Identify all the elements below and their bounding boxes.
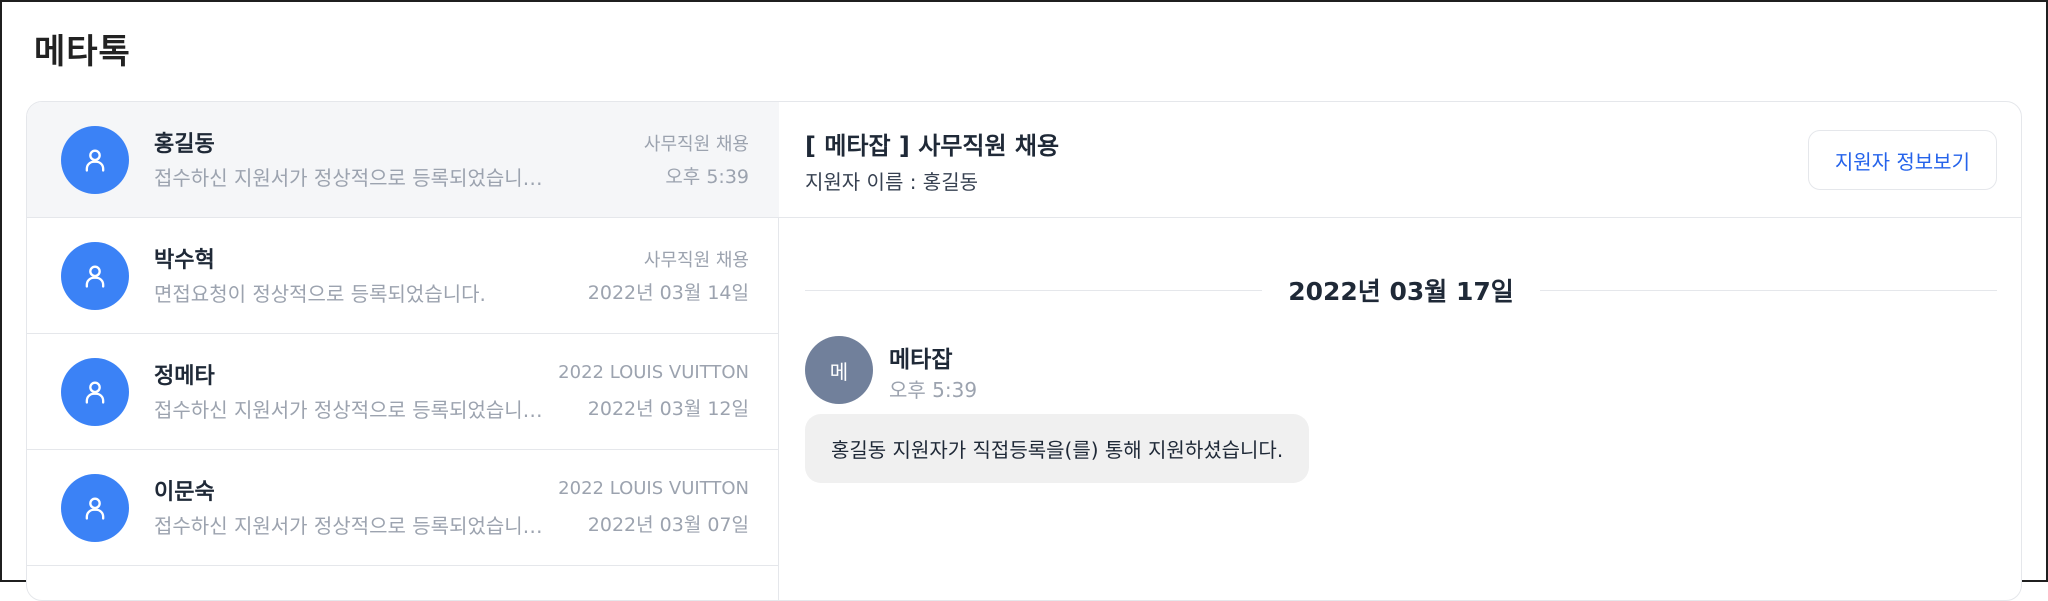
divider-line <box>1539 289 1998 291</box>
message-time: 오후 5:39 <box>889 378 978 402</box>
messenger-panel: 홍길동 접수하신 지원서가 정상적으로 등록되었습니다. 사무직원 채용 오후 … <box>26 101 2022 601</box>
conversation-time: 2022년 03월 14일 <box>587 282 749 304</box>
applicant-name: 지원자 이름 : 홍길동 <box>805 170 979 194</box>
date-label: 2022년 03월 17일 <box>1288 277 1514 306</box>
user-icon <box>85 265 105 288</box>
conversation-time: 오후 5:39 <box>665 166 749 188</box>
conversation-preview: 접수하신 지원서가 정상적으로 등록되었습니다. <box>154 166 544 190</box>
sender-avatar: 메 <box>805 336 873 404</box>
sender-name: 메타잡 <box>889 347 953 373</box>
conversation-name: 홍길동 <box>154 132 215 157</box>
conversation-job-title: 2022 LOUIS VUITTON <box>558 478 749 499</box>
message-bubble: 홍길동 지원자가 직접등록을(를) 통해 지원하셨습니다. <box>805 414 1310 483</box>
conversation-name: 박수혁 <box>154 248 215 273</box>
user-avatar <box>61 358 129 426</box>
user-avatar <box>61 126 129 194</box>
chat-area: [ 메타잡 ] 사무직원 채용 지원자 이름 : 홍길동 지원자 정보보기 20… <box>779 102 2021 600</box>
conversation-item[interactable]: 이문숙 접수하신 지원서가 정상적으로 등록되었습니다. 2022 LOUIS … <box>27 450 779 566</box>
chat-header: [ 메타잡 ] 사무직원 채용 지원자 이름 : 홍길동 지원자 정보보기 <box>779 102 2021 218</box>
user-icon <box>85 149 105 172</box>
conversation-item[interactable]: 정메타 접수하신 지원서가 정상적으로 등록되었습니다. 2022 LOUIS … <box>27 334 779 450</box>
user-icon <box>85 497 105 520</box>
app-window: 메타톡 홍길동 접수하신 지원서가 정상적으로 등록되었습니다. 사무직원 채용… <box>0 0 2048 601</box>
conversation-item[interactable]: 박수혁 면접요청이 정상적으로 등록되었습니다. 사무직원 채용 2022년 0… <box>27 218 779 334</box>
user-avatar <box>61 474 129 542</box>
app-title: 메타톡 <box>34 32 131 72</box>
user-icon <box>85 381 105 404</box>
conversation-job-title: 2022 LOUIS VUITTON <box>558 362 749 383</box>
chat-title: [ 메타잡 ] 사무직원 채용 <box>805 132 1060 160</box>
conversation-job-title: 사무직원 채용 <box>643 250 749 271</box>
conversation-name: 이문숙 <box>154 480 215 505</box>
conversation-time: 2022년 03월 07일 <box>587 514 749 536</box>
conversation-preview: 접수하신 지원서가 정상적으로 등록되었습니다. <box>154 398 544 422</box>
conversation-job-title: 사무직원 채용 <box>643 134 749 155</box>
conversation-item[interactable]: 홍길동 접수하신 지원서가 정상적으로 등록되었습니다. 사무직원 채용 오후 … <box>27 102 779 218</box>
conversation-preview: 접수하신 지원서가 정상적으로 등록되었습니다. <box>154 514 544 538</box>
conversation-name: 정메타 <box>154 364 215 389</box>
conversation-preview: 면접요청이 정상적으로 등록되었습니다. <box>154 282 486 306</box>
conversation-list: 홍길동 접수하신 지원서가 정상적으로 등록되었습니다. 사무직원 채용 오후 … <box>27 102 779 600</box>
divider-line <box>805 289 1263 291</box>
conversation-time: 2022년 03월 12일 <box>587 398 749 420</box>
user-avatar <box>61 242 129 310</box>
applicant-info-button[interactable]: 지원자 정보보기 <box>1807 130 1997 190</box>
date-separator: 2022년 03월 17일 <box>805 272 1998 308</box>
